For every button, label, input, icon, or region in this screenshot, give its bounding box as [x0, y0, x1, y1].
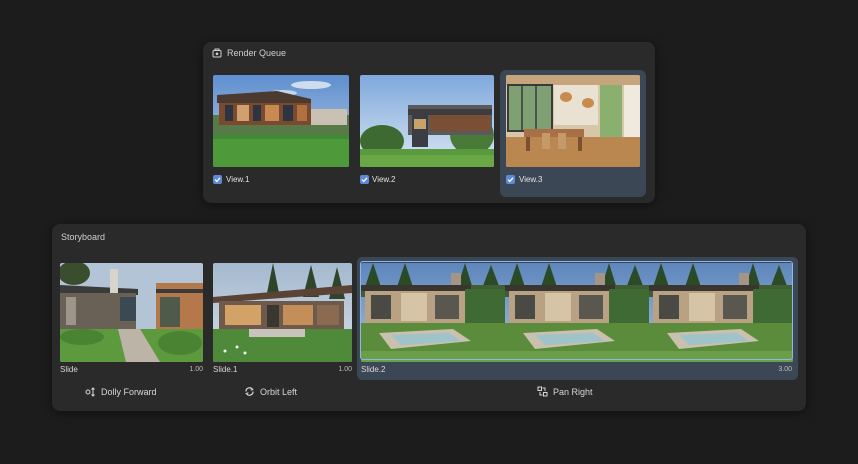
- view-3-label: View.3: [519, 175, 543, 184]
- render-queue-panel: Render Queue View.1 View.2 View.3: [203, 42, 655, 203]
- transition-orbit-left[interactable]: Orbit Left: [244, 386, 297, 397]
- slide-2-selection-border: [360, 261, 793, 360]
- render-queue-icon: [212, 48, 222, 58]
- slide-1-thumbnail[interactable]: [213, 263, 352, 362]
- slide-1-label: Slide.1: [213, 365, 238, 374]
- storyboard-title: Storyboard: [61, 232, 106, 242]
- view-2-checkbox[interactable]: [360, 175, 369, 184]
- transition-pan-right[interactable]: Pan Right: [537, 386, 593, 397]
- storyboard-header: Storyboard: [61, 232, 105, 242]
- view-2-thumbnail[interactable]: [360, 75, 494, 167]
- view-1-thumbnail[interactable]: [213, 75, 349, 167]
- pan-right-label: Pan Right: [553, 386, 593, 397]
- orbit-left-label: Orbit Left: [260, 386, 298, 397]
- view-1-label: View.1: [226, 175, 250, 184]
- pan-right-icon: [537, 386, 548, 397]
- view-2-label: View.2: [372, 175, 396, 184]
- storyboard-clip-slide[interactable]: Slide 1.00: [60, 263, 204, 375]
- orbit-left-icon: [245, 387, 254, 396]
- dolly-forward-icon: [85, 387, 95, 397]
- queue-item-view-3[interactable]: View.3: [500, 70, 646, 197]
- slide-1-duration[interactable]: 1.00: [318, 366, 352, 373]
- render-queue-title: Render Queue: [227, 48, 287, 58]
- view-3-checkbox[interactable]: [506, 175, 515, 184]
- storyboard-clip-slide-1[interactable]: Slide.1 1.00: [213, 263, 353, 375]
- slide-label: Slide: [60, 365, 78, 374]
- slide-duration[interactable]: 1.00: [170, 366, 203, 373]
- queue-item-view-1[interactable]: View.1: [209, 70, 353, 200]
- view-3-thumbnail[interactable]: [506, 75, 640, 167]
- render-queue-header: Render Queue: [212, 48, 286, 58]
- slide-thumbnail[interactable]: [60, 263, 203, 362]
- slide-2-label: Slide.2: [361, 365, 386, 374]
- queue-item-view-2[interactable]: View.2: [356, 70, 500, 200]
- storyboard-panel: Storyboard Slide 1.00 Slide.1 1.00 Slide…: [52, 224, 806, 411]
- view-1-checkbox[interactable]: [213, 175, 222, 184]
- slide-2-duration[interactable]: 3.00: [757, 366, 792, 373]
- dolly-forward-label: Dolly Forward: [101, 386, 157, 397]
- transition-dolly-forward[interactable]: Dolly Forward: [85, 386, 157, 397]
